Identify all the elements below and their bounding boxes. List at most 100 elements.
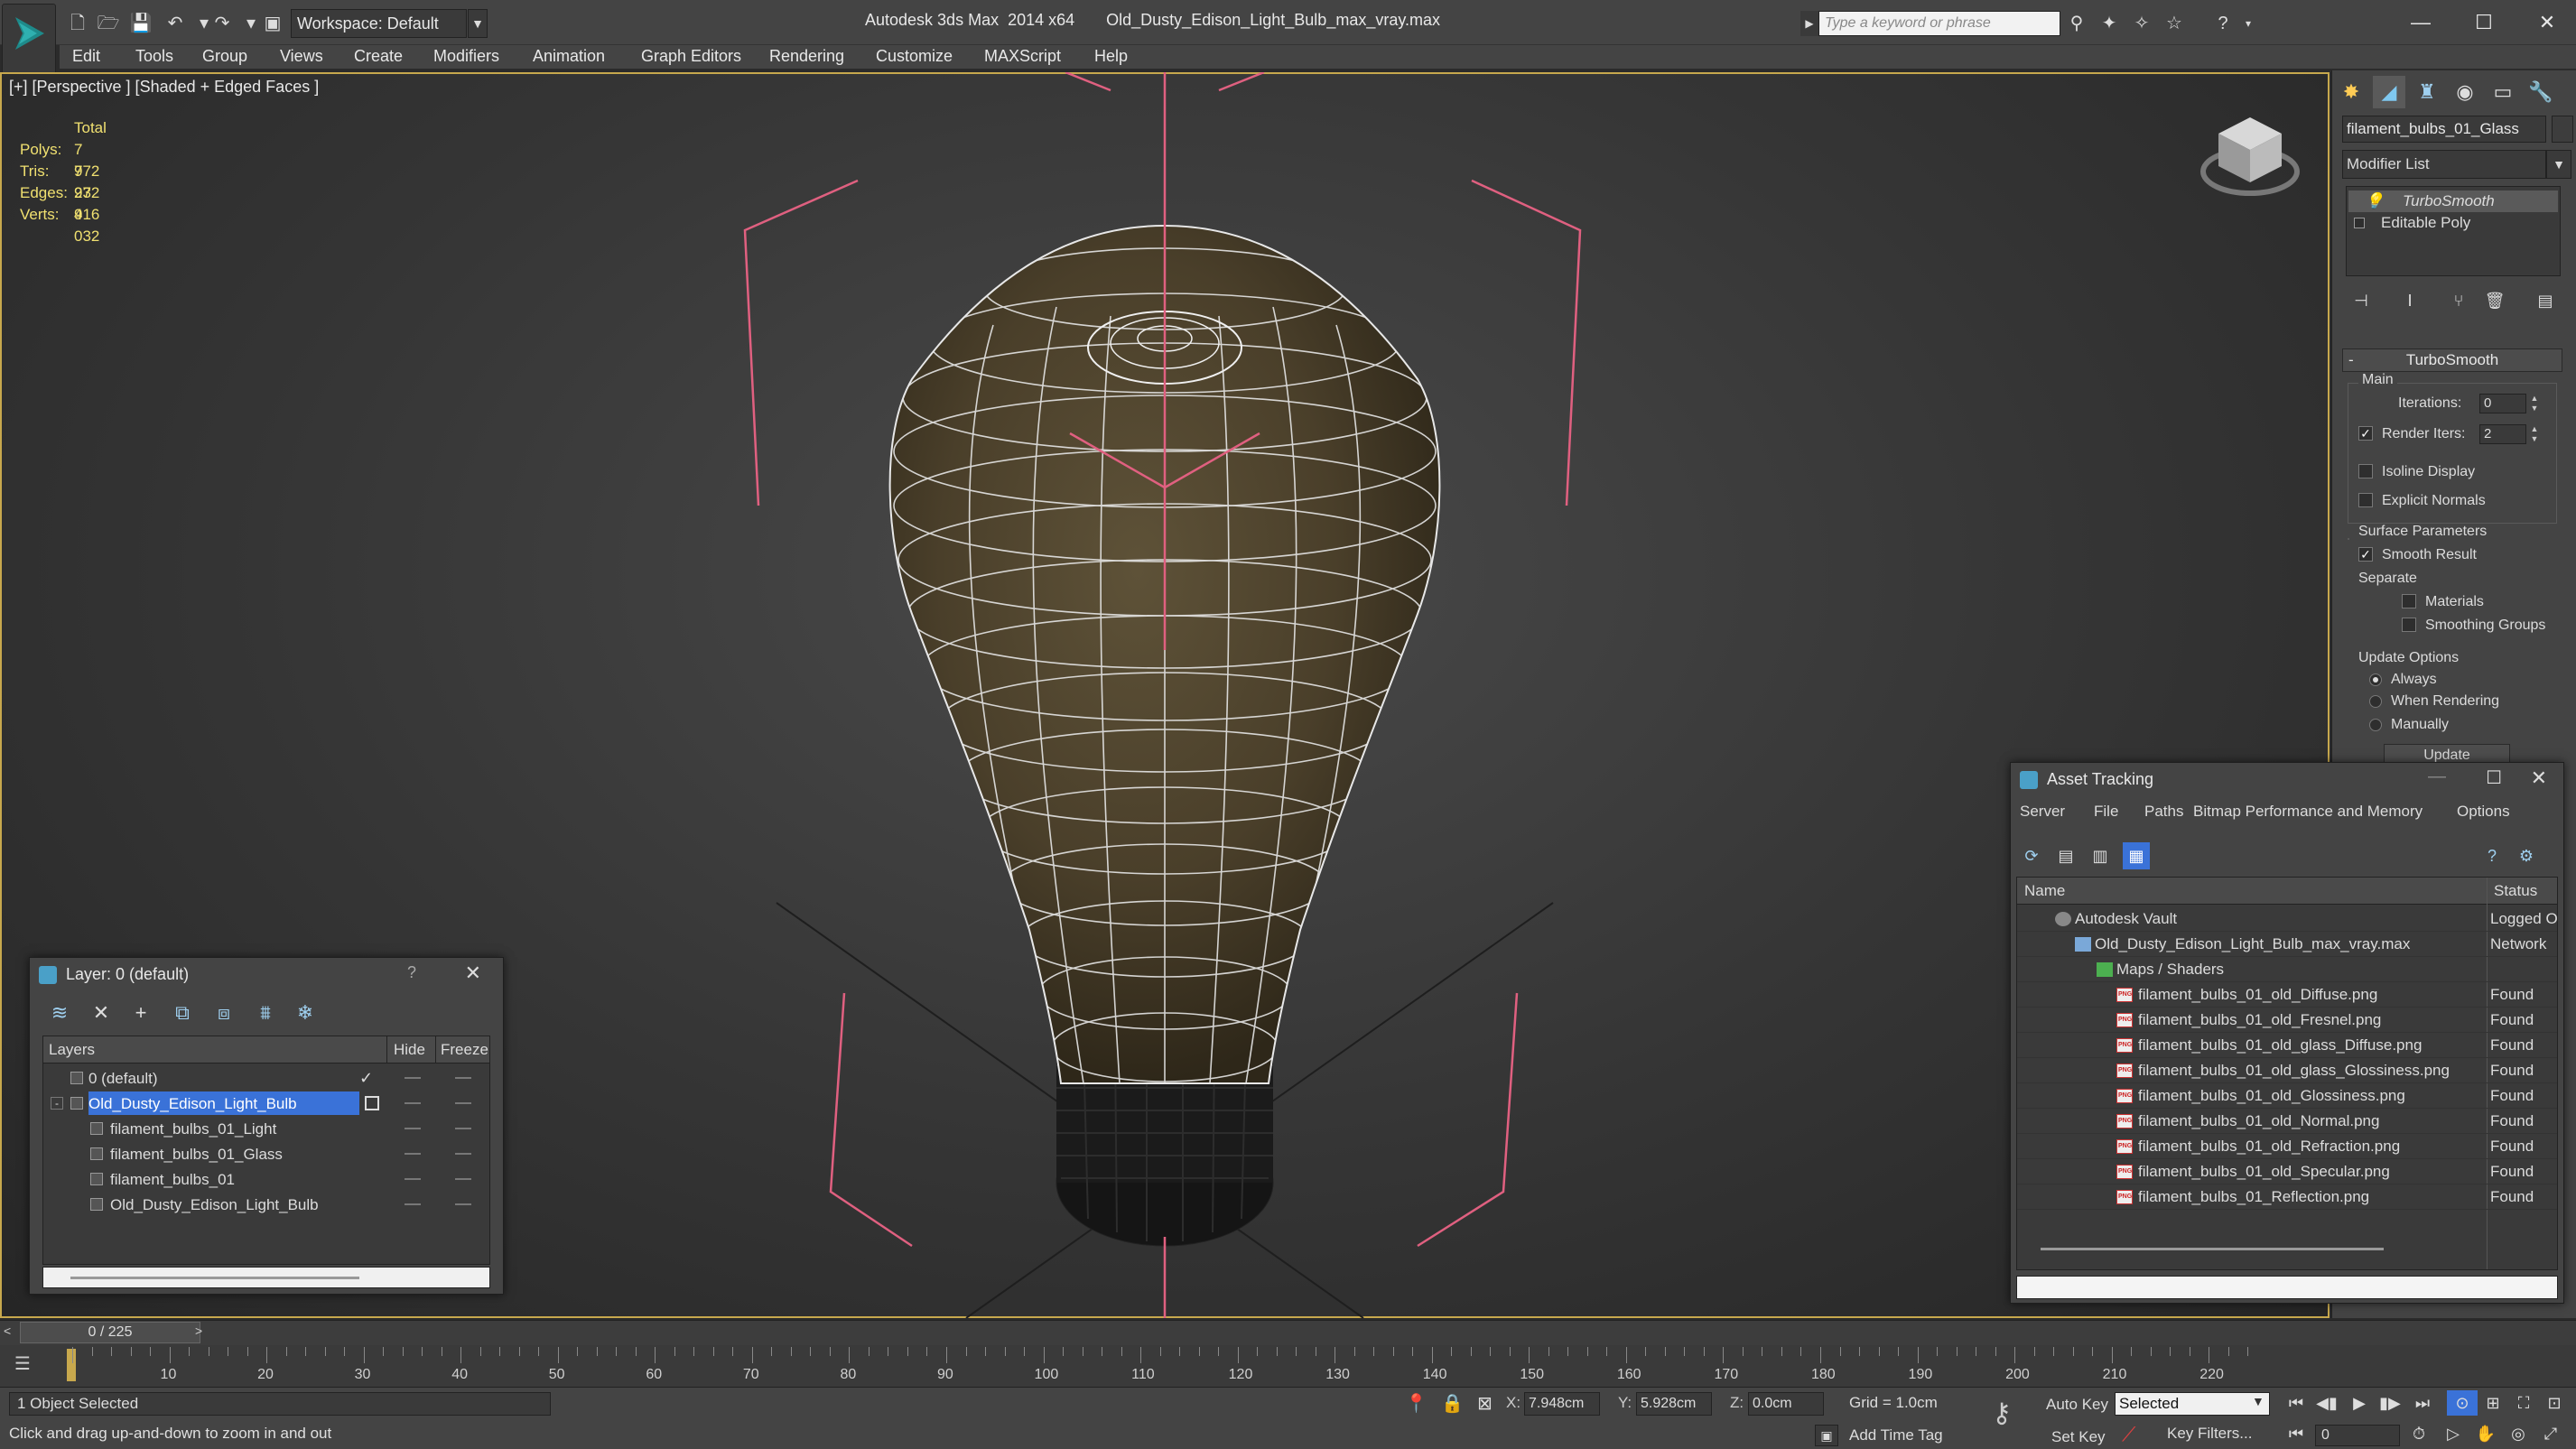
add-to-layer-icon[interactable]: + bbox=[126, 998, 156, 1028]
display-tab-icon[interactable]: ▭ bbox=[2487, 76, 2519, 108]
layer-name[interactable]: Old_Dusty_Edison_Light_Bulb bbox=[110, 1193, 324, 1216]
zoom-extents-icon[interactable]: ⛶ bbox=[2508, 1390, 2539, 1416]
help-dropdown-icon[interactable]: ▾ bbox=[2236, 13, 2261, 34]
help-icon[interactable]: ? bbox=[2478, 842, 2506, 869]
create-tab-icon[interactable]: ✸ bbox=[2335, 76, 2367, 108]
layer-name[interactable]: filament_bulbs_01_Glass bbox=[110, 1142, 288, 1166]
close-button[interactable]: ✕ bbox=[2525, 7, 2570, 38]
layer-name[interactable]: Old_Dusty_Edison_Light_Bulb bbox=[88, 1091, 359, 1115]
object-name-field[interactable]: filament_bulbs_01_Glass bbox=[2342, 116, 2546, 143]
horizontal-scrollbar[interactable] bbox=[42, 1267, 490, 1288]
asset-menu-bitmap-performance[interactable]: Bitmap Performance and Memory bbox=[2193, 799, 2423, 824]
menu-edit[interactable]: Edit bbox=[72, 47, 100, 66]
hide-toggle[interactable] bbox=[405, 1077, 421, 1079]
search-input[interactable]: Type a keyword or phrase bbox=[1818, 11, 2060, 36]
hierarchy-tab-icon[interactable]: ♜ bbox=[2411, 76, 2443, 108]
time-configuration-icon[interactable]: ⏱ bbox=[2404, 1421, 2434, 1446]
open-mini-curve-editor-icon[interactable]: ☰ bbox=[14, 1352, 47, 1379]
menu-maxscript[interactable]: MAXScript bbox=[984, 47, 1061, 66]
redo-icon[interactable]: ↷ bbox=[209, 13, 235, 34]
layer-row[interactable]: 0 (default) ✓ bbox=[43, 1065, 489, 1091]
details-view-icon[interactable]: ▥ bbox=[2087, 842, 2114, 869]
render-iters-spinner[interactable]: 2 bbox=[2479, 424, 2526, 444]
set-key-button[interactable]: Set Key bbox=[2051, 1426, 2160, 1449]
freeze-all-layers-icon[interactable]: ❄ bbox=[290, 998, 321, 1028]
update-always-radio[interactable] bbox=[2369, 673, 2382, 686]
open-file-icon[interactable]: 🗁 bbox=[96, 13, 121, 34]
lightbulb-icon[interactable]: 💡 bbox=[2365, 190, 2384, 212]
viewcube-icon[interactable] bbox=[2196, 108, 2304, 208]
zoom-extents-all-icon[interactable]: ⊡ bbox=[2539, 1390, 2570, 1416]
motion-tab-icon[interactable]: ◉ bbox=[2449, 76, 2481, 108]
asset-dialog-title[interactable]: Asset Tracking bbox=[2011, 763, 2563, 795]
asset-path-field[interactable] bbox=[2016, 1276, 2558, 1299]
hide-all-layers-icon[interactable]: ⩩ bbox=[250, 998, 281, 1028]
layer-row[interactable]: - Old_Dusty_Edison_Light_Bulb bbox=[43, 1091, 489, 1116]
previous-key-icon[interactable]: ◀▮ bbox=[2311, 1390, 2342, 1416]
freeze-toggle[interactable] bbox=[455, 1077, 471, 1079]
vault-settings-icon[interactable]: ⚙ bbox=[2513, 842, 2540, 869]
time-slider-thumb[interactable]: 0 / 225 bbox=[20, 1322, 200, 1343]
materials-checkbox[interactable] bbox=[2402, 594, 2416, 608]
create-layer-icon[interactable]: ≋ bbox=[44, 998, 75, 1028]
viewport-label[interactable]: [+] [Perspective ] [Shaded + Edged Faces… bbox=[9, 78, 319, 97]
close-icon[interactable]: ✕ bbox=[2531, 766, 2547, 790]
column-layers[interactable]: Layers bbox=[49, 1036, 95, 1064]
menu-rendering[interactable]: Rendering bbox=[769, 47, 844, 66]
show-end-result-icon[interactable]: Ⅰ bbox=[2396, 287, 2423, 314]
freeze-toggle[interactable] bbox=[455, 1203, 471, 1205]
project-folder-icon[interactable]: ▣ bbox=[260, 13, 285, 34]
asset-row[interactable]: filament_bulbs_01_old_Specular.png Found bbox=[2017, 1159, 2557, 1184]
modifier-list-dropdown[interactable]: Modifier List bbox=[2342, 150, 2546, 179]
layer-name[interactable]: filament_bulbs_01_Light bbox=[110, 1117, 282, 1140]
select-in-layer-icon[interactable]: ⧉ bbox=[167, 998, 198, 1028]
key-mode-icon[interactable]: ⟋ bbox=[2122, 1423, 2135, 1446]
active-layer-check-icon[interactable]: ✓ bbox=[359, 1065, 373, 1091]
update-when-rendering-radio[interactable] bbox=[2369, 695, 2382, 708]
isoline-display-checkbox[interactable] bbox=[2358, 464, 2373, 478]
menu-help[interactable]: Help bbox=[1094, 47, 1128, 66]
modify-tab-icon[interactable]: ◢ bbox=[2373, 76, 2405, 108]
hide-toggle[interactable] bbox=[405, 1153, 421, 1155]
menu-views[interactable]: Views bbox=[280, 47, 323, 66]
next-frame-icon[interactable]: > bbox=[195, 1324, 209, 1342]
column-hide[interactable]: Hide bbox=[394, 1036, 425, 1064]
close-icon[interactable]: ✕ bbox=[465, 961, 481, 985]
hide-toggle[interactable] bbox=[405, 1128, 421, 1129]
time-slider[interactable] bbox=[0, 1320, 2576, 1345]
field-of-view-icon[interactable]: ▷ bbox=[2438, 1421, 2469, 1446]
asset-menu-server[interactable]: Server bbox=[2020, 799, 2065, 824]
freeze-toggle[interactable] bbox=[455, 1153, 471, 1155]
update-manually-radio[interactable] bbox=[2369, 719, 2382, 731]
selection-lock-icon[interactable]: 🔒 bbox=[1441, 1392, 1464, 1415]
layer-row[interactable]: filament_bulbs_01_Light bbox=[43, 1116, 489, 1141]
asset-row[interactable]: filament_bulbs_01_old_Refraction.png Fou… bbox=[2017, 1134, 2557, 1159]
smooth-result-checkbox[interactable]: ✓ bbox=[2358, 547, 2373, 562]
maximize-button[interactable]: ☐ bbox=[2461, 7, 2506, 38]
maximize-viewport-icon[interactable]: ⤢ bbox=[2535, 1421, 2566, 1446]
asset-row[interactable]: filament_bulbs_01_old_glass_Diffuse.png … bbox=[2017, 1033, 2557, 1058]
asset-menu-options[interactable]: Options bbox=[2457, 799, 2510, 824]
configure-sets-icon[interactable]: ▤ bbox=[2532, 287, 2559, 314]
pin-stack-icon[interactable]: ⊣ bbox=[2348, 287, 2375, 314]
make-unique-icon[interactable]: ⑂ bbox=[2445, 287, 2472, 314]
column-name[interactable]: Name bbox=[2024, 878, 2065, 905]
spinner-arrows-icon[interactable]: ▲ ▼ bbox=[2528, 424, 2541, 444]
key-selection-dropdown[interactable]: Selected bbox=[2115, 1392, 2270, 1416]
add-time-tag[interactable]: Add Time Tag bbox=[1849, 1426, 1943, 1444]
freeze-toggle[interactable] bbox=[455, 1102, 471, 1104]
menu-tools[interactable]: Tools bbox=[135, 47, 173, 66]
minimize-button[interactable]: — bbox=[2398, 7, 2443, 38]
absolute-mode-icon[interactable]: ⊠ bbox=[1477, 1392, 1493, 1415]
time-tag-icon[interactable]: ▣ bbox=[1815, 1425, 1838, 1446]
save-file-icon[interactable]: 💾 bbox=[128, 13, 153, 34]
stack-item-turbosmooth[interactable]: 💡 TurboSmooth bbox=[2348, 190, 2558, 212]
go-to-start-icon[interactable]: ⏮ bbox=[2281, 1390, 2311, 1416]
remove-modifier-icon[interactable]: 🗑 bbox=[2481, 287, 2508, 314]
freeze-toggle[interactable] bbox=[455, 1128, 471, 1129]
smoothing-groups-checkbox[interactable] bbox=[2402, 618, 2416, 632]
table-view-icon[interactable]: ▦ bbox=[2123, 842, 2150, 869]
asset-row[interactable]: Maps / Shaders bbox=[2017, 957, 2557, 982]
hide-toggle[interactable] bbox=[405, 1203, 421, 1205]
layer-dialog-title[interactable]: Layer: 0 (default) bbox=[30, 958, 503, 990]
